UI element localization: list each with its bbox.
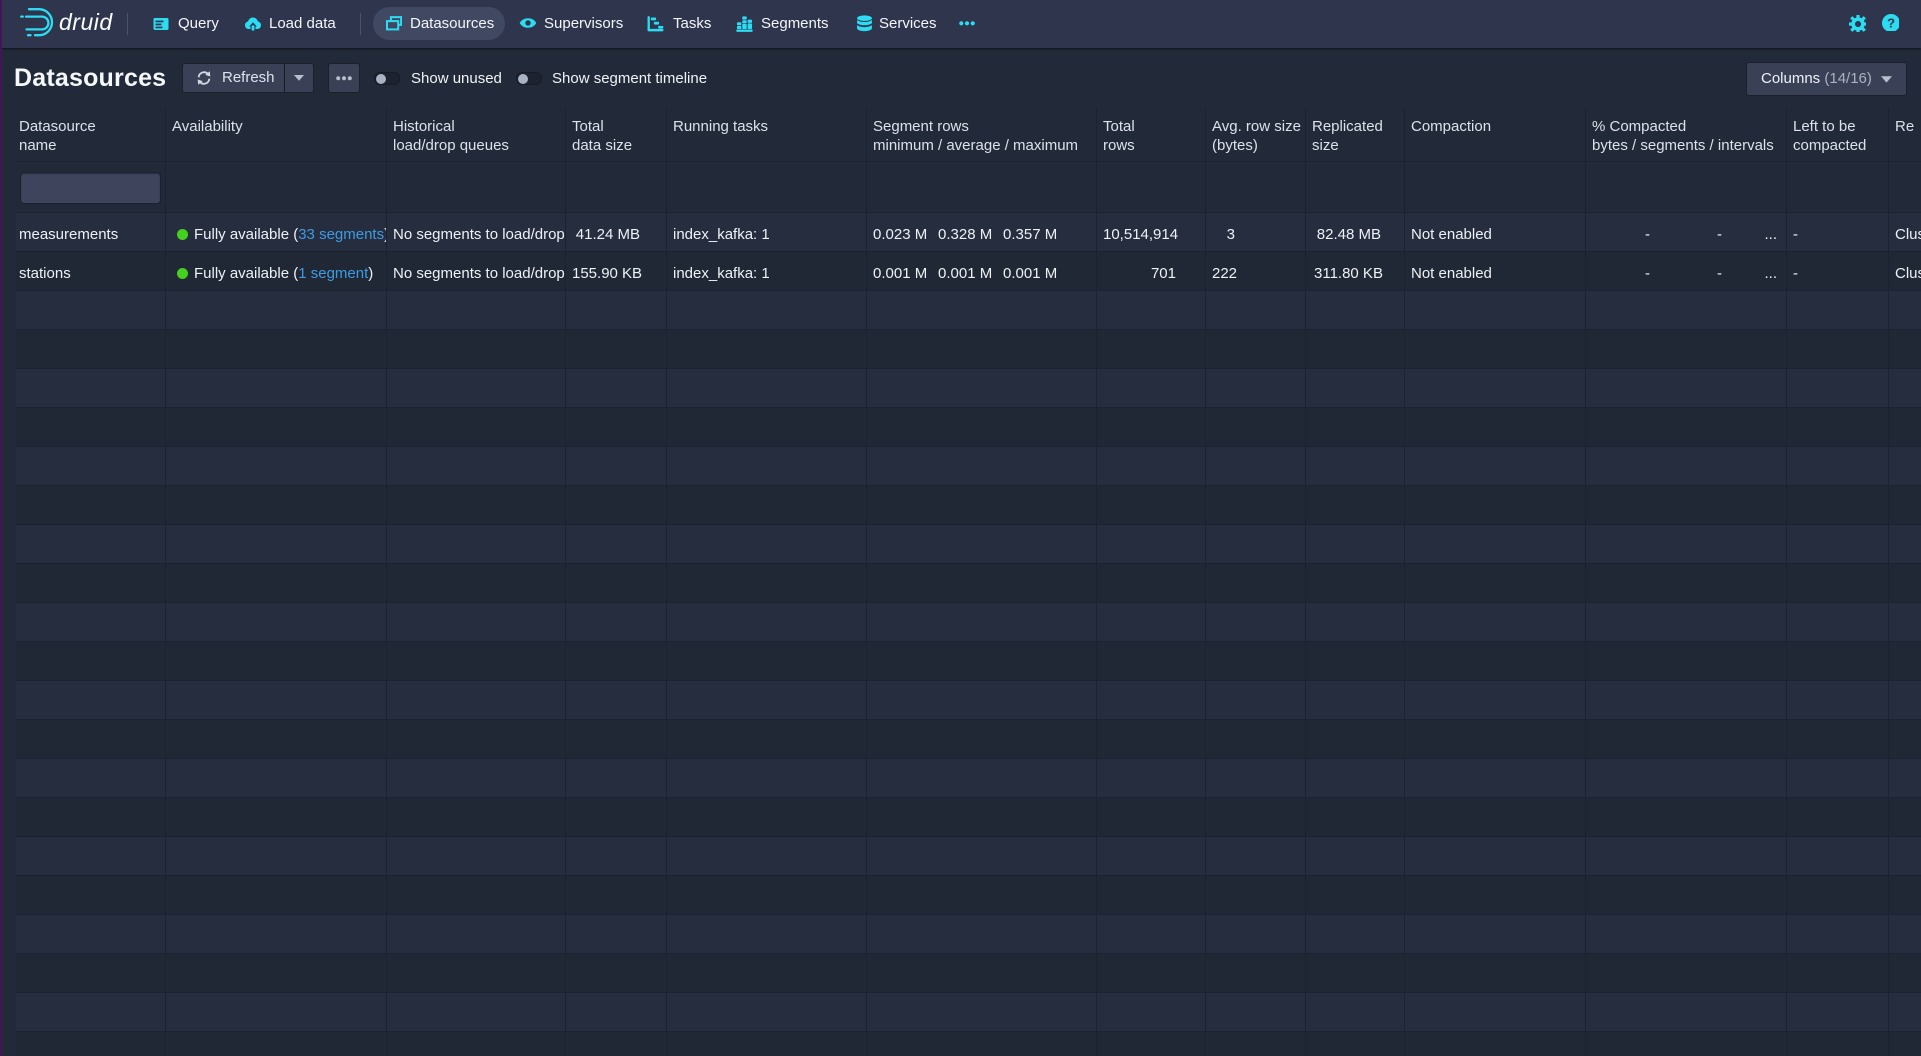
svg-text:?: ? xyxy=(1887,16,1895,31)
